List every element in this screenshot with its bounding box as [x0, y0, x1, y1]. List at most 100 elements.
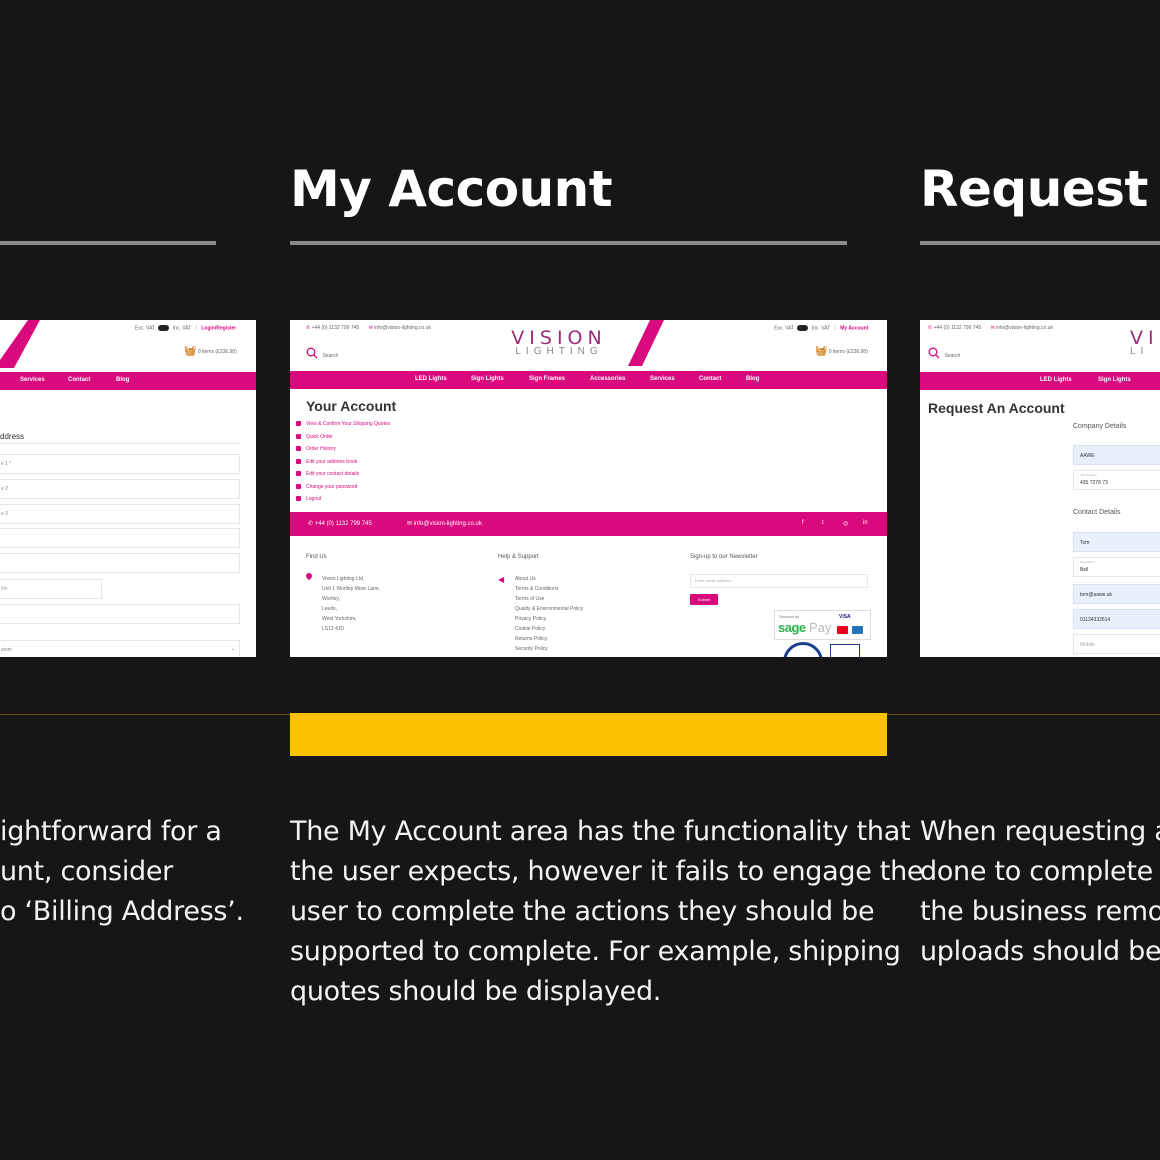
- instagram-icon[interactable]: ◎: [843, 520, 848, 527]
- heading-my-account: My Account: [290, 160, 613, 218]
- vision-lighting-logo[interactable]: VI LI: [1130, 329, 1159, 357]
- heading-request-account: Request A: [920, 160, 1160, 218]
- basket-total: 0 items (£236.98): [828, 348, 868, 355]
- heading-rule-right: [920, 241, 1160, 245]
- menu-address-book[interactable]: Edit your address book: [295, 459, 357, 465]
- nav-services[interactable]: Services: [650, 376, 675, 382]
- pay-logo: Pay: [809, 620, 832, 635]
- email-field[interactable]: tom@aawe.uk: [1073, 584, 1160, 604]
- nav-accessories[interactable]: Accessories: [590, 376, 625, 382]
- amex-logo: [852, 626, 863, 634]
- last-name-field[interactable]: Last Name * Bell: [1073, 557, 1160, 577]
- nav-blog[interactable]: Blog: [746, 376, 759, 382]
- nav-sign-lights[interactable]: Sign Lights: [471, 376, 504, 382]
- basket-icon: 🧺: [815, 346, 828, 357]
- link-quality-policy[interactable]: Quality & Environmental Policy: [515, 604, 583, 614]
- nav-led-lights[interactable]: LED Lights: [415, 376, 447, 382]
- heading-rule-center: [290, 241, 847, 245]
- link-cookie-policy[interactable]: Cookie Policy: [515, 624, 583, 634]
- sage-logo: sage: [778, 620, 806, 635]
- facebook-icon[interactable]: f: [802, 520, 804, 526]
- left-nav-bar: Services Contact Blog: [0, 372, 256, 390]
- vat-number-field[interactable]: VAT Number 435 7278 73: [1073, 470, 1160, 490]
- login-register-link[interactable]: Login/Register: [201, 325, 236, 331]
- menu-logout[interactable]: Logout: [295, 496, 321, 502]
- country-field[interactable]: [0, 604, 240, 624]
- phone-icon: ✆: [306, 325, 311, 331]
- nav-led-lights[interactable]: LED Lights: [1040, 377, 1072, 383]
- brand-slash-icon: [628, 320, 664, 366]
- newsletter-heading: Sign-up to our Newsletter: [690, 554, 758, 560]
- footer-phone: +44 (0) 1132 799 745: [314, 521, 372, 527]
- menu-change-password[interactable]: Change your password: [295, 484, 357, 490]
- link-security-policy[interactable]: Security Policy: [515, 644, 583, 654]
- your-account-title: Your Account: [306, 398, 397, 414]
- search-icon: [928, 347, 940, 359]
- main-nav-bar: LED Lights Sign Lights: [920, 372, 1160, 390]
- vat-toggle[interactable]: [158, 325, 170, 331]
- mobile-field[interactable]: Mobile: [1073, 634, 1160, 654]
- search-box[interactable]: Search: [928, 344, 960, 362]
- menu-contact-details[interactable]: Edit your contact details: [295, 471, 359, 477]
- menu-shipping-quotes[interactable]: View & Confirm Your Shipping Quotes: [295, 421, 390, 427]
- newsletter-email-input[interactable]: Enter email address...: [690, 574, 868, 588]
- nav-contact[interactable]: Contact: [68, 377, 90, 383]
- brand-slash-icon: [0, 320, 40, 368]
- screenshot-billing-address: Exc. VAT Inc. VAT | Login/Register 🧺 0 i…: [0, 320, 256, 657]
- address-line-3-field[interactable]: e 3: [0, 504, 240, 524]
- basket-icon[interactable]: 🧺: [184, 346, 196, 357]
- vision-lighting-logo[interactable]: VISION LIGHTING: [504, 329, 614, 357]
- section-title: ddress: [0, 432, 25, 441]
- postcode-field[interactable]: ble: [0, 579, 102, 599]
- nav-sign-lights[interactable]: Sign Lights: [1098, 377, 1131, 383]
- menu-order-history[interactable]: Order History: [296, 446, 336, 452]
- nav-sign-frames[interactable]: Sign Frames: [529, 376, 565, 382]
- link-about-us[interactable]: About Us: [515, 574, 583, 584]
- menu-quick-order[interactable]: Quick Order: [296, 434, 333, 440]
- my-account-link[interactable]: My Account: [840, 325, 868, 331]
- link-terms-of-use[interactable]: Terms of Use: [515, 594, 583, 604]
- mail-icon: ✉: [368, 325, 373, 331]
- twitter-icon[interactable]: t: [822, 520, 824, 526]
- payment-badges: Secured by sage Pay VISA: [774, 610, 871, 640]
- top-email[interactable]: info@vision-lighting.co.uk: [374, 325, 431, 331]
- screenshot-my-account: ✆ +44 (0) 1132 799 745 ✉ info@vision-lig…: [290, 320, 887, 657]
- crest-badge-icon: [830, 644, 860, 657]
- footer-email[interactable]: info@vision-lighting.co.uk: [414, 521, 482, 527]
- divider: [0, 443, 240, 444]
- link-returns-policy[interactable]: Returns Policy: [515, 634, 583, 644]
- address-type-select[interactable]: stom ⌄: [0, 640, 240, 657]
- search-box[interactable]: Search: [306, 344, 338, 362]
- mastercard-logo: [837, 626, 848, 634]
- contact-details-heading: Contact Details: [1073, 509, 1121, 516]
- link-privacy-policy[interactable]: Privacy Policy: [515, 614, 583, 624]
- megaphone-icon: ◀: [498, 575, 505, 584]
- county-field[interactable]: [0, 553, 240, 573]
- request-account-title: Request An Account: [928, 400, 1065, 416]
- first-name-field[interactable]: Tom: [1073, 532, 1160, 552]
- linkedin-icon[interactable]: in: [863, 520, 868, 526]
- nav-contact[interactable]: Contact: [699, 376, 721, 382]
- newsletter-submit-button[interactable]: Submit: [690, 594, 718, 605]
- description-left: ightforward for a unt, consider o ‘Billi…: [0, 816, 244, 927]
- active-slide-indicator: [290, 713, 887, 756]
- link-terms-conditions[interactable]: Terms & Conditions: [515, 584, 583, 594]
- mail-icon: ✉: [990, 325, 995, 331]
- top-phone: +44 (0) 1132 799 745: [933, 325, 982, 331]
- basket-total: 0 items (£236.98): [197, 348, 237, 355]
- visa-logo: VISA: [839, 614, 851, 620]
- top-email[interactable]: info@vision-lighting.co.uk: [996, 325, 1053, 331]
- address-line-2-field[interactable]: e 2: [0, 479, 240, 499]
- chevron-down-icon: ⌄: [230, 646, 235, 652]
- phone-field[interactable]: 01134332614: [1073, 609, 1160, 629]
- nav-blog[interactable]: Blog: [116, 377, 129, 383]
- address-line-1-field[interactable]: e 1 *: [0, 454, 240, 474]
- company-name-field[interactable]: AAWE: [1073, 445, 1160, 465]
- nav-services[interactable]: Services: [20, 377, 45, 383]
- vat-toggle[interactable]: [797, 325, 809, 331]
- find-us-heading: Find Us: [306, 554, 327, 560]
- town-field[interactable]: [0, 528, 240, 548]
- inc-vat-label: Inc. VAT: [172, 325, 192, 332]
- basket[interactable]: 🧺 0 items (£236.98): [815, 346, 868, 357]
- heading-rule-left: [0, 241, 216, 245]
